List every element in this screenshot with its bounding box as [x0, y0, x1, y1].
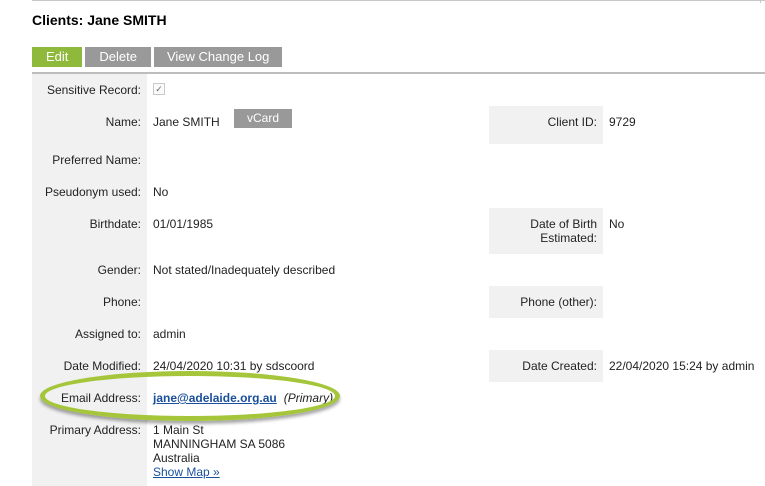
address-line-3: Australia — [153, 451, 200, 465]
primary-address-label: Primary Address: — [49, 423, 141, 437]
birthdate-value: 01/01/1985 — [153, 217, 214, 231]
email-address-label: Email Address: — [60, 391, 141, 405]
date-modified-value: 24/04/2020 10:31 by sdscoord — [153, 359, 315, 373]
primary-address-value: 1 Main St MANNINGHAM SA 5086 Australia S… — [153, 423, 285, 479]
view-change-log-button[interactable]: View Change Log — [153, 47, 283, 67]
gender-label: Gender: — [97, 263, 141, 277]
date-created-value: 22/04/2020 15:24 by admin — [609, 359, 755, 373]
phone-other-label: Phone (other): — [520, 295, 597, 309]
date-modified-label: Date Modified: — [63, 359, 141, 373]
dob-estimated-value: No — [609, 217, 625, 231]
assigned-to-value: admin — [153, 327, 186, 341]
phone-label: Phone: — [102, 295, 141, 309]
preferred-name-label: Preferred Name: — [52, 153, 141, 167]
assigned-to-label: Assigned to: — [74, 327, 141, 341]
client-details: Sensitive Record: ✓ Name: Jane SMITH vCa… — [32, 74, 765, 486]
dob-estimated-label: Date of Birth Estimated: — [489, 217, 597, 245]
birthdate-label: Birthdate: — [89, 217, 141, 231]
top-divider — [32, 0, 765, 1]
dob-estimated-label-line2: Estimated: — [540, 231, 597, 245]
sensitive-record-checkbox[interactable]: ✓ — [153, 83, 165, 95]
client-id-label: Client ID: — [547, 115, 597, 129]
show-map-link[interactable]: Show Map » — [153, 465, 285, 479]
email-link[interactable]: jane@adelaide.org.au — [153, 391, 277, 405]
vcard-button[interactable]: vCard — [234, 109, 293, 128]
delete-button[interactable]: Delete — [85, 47, 151, 67]
pseudonym-label: Pseudonym used: — [44, 185, 141, 199]
client-id-value: 9729 — [609, 115, 636, 129]
page-title: Clients: Jane SMITH — [32, 12, 167, 28]
action-toolbar: Edit Delete View Change Log — [32, 47, 283, 67]
edit-button[interactable]: Edit — [32, 47, 83, 67]
name-value: Jane SMITH — [153, 115, 220, 129]
email-address-value: jane@adelaide.org.au (Primary) — [153, 391, 333, 405]
sensitive-record-label: Sensitive Record: — [46, 83, 141, 97]
gender-value: Not stated/Inadequately described — [153, 263, 336, 277]
address-line-1: 1 Main St — [153, 423, 204, 437]
date-created-label: Date Created: — [522, 359, 597, 373]
name-label: Name: — [105, 115, 141, 129]
address-line-2: MANNINGHAM SA 5086 — [153, 437, 286, 451]
dob-estimated-label-line1: Date of Birth — [530, 217, 597, 231]
email-primary-tag: (Primary) — [283, 391, 334, 405]
pseudonym-value: No — [153, 185, 169, 199]
top-divider-end — [760, 0, 761, 3]
